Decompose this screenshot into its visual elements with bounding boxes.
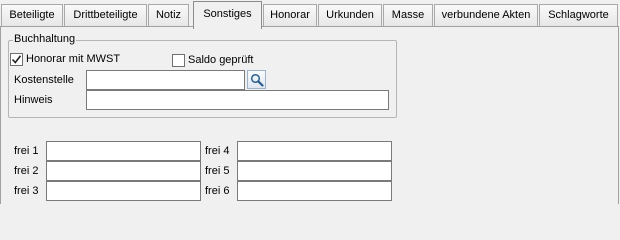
- tab-notiz[interactable]: Notiz: [148, 4, 189, 27]
- buchhaltung-title: Buchhaltung: [13, 33, 77, 46]
- tab-drittbeteiligte[interactable]: Drittbeteiligte: [64, 4, 147, 27]
- tab-content-panel: [0, 26, 619, 204]
- tab-honorar[interactable]: Honorar: [263, 4, 317, 27]
- tab-sonstiges[interactable]: Sonstiges: [193, 1, 262, 29]
- tab-masse[interactable]: Masse: [383, 4, 433, 27]
- tab-beteiligte[interactable]: Beteiligte: [1, 4, 63, 27]
- tab-schlagworte[interactable]: Schlagworte: [539, 4, 618, 27]
- tab-verbundene-akten[interactable]: verbundene Akten: [434, 4, 538, 27]
- tab-urkunden[interactable]: Urkunden: [318, 4, 382, 27]
